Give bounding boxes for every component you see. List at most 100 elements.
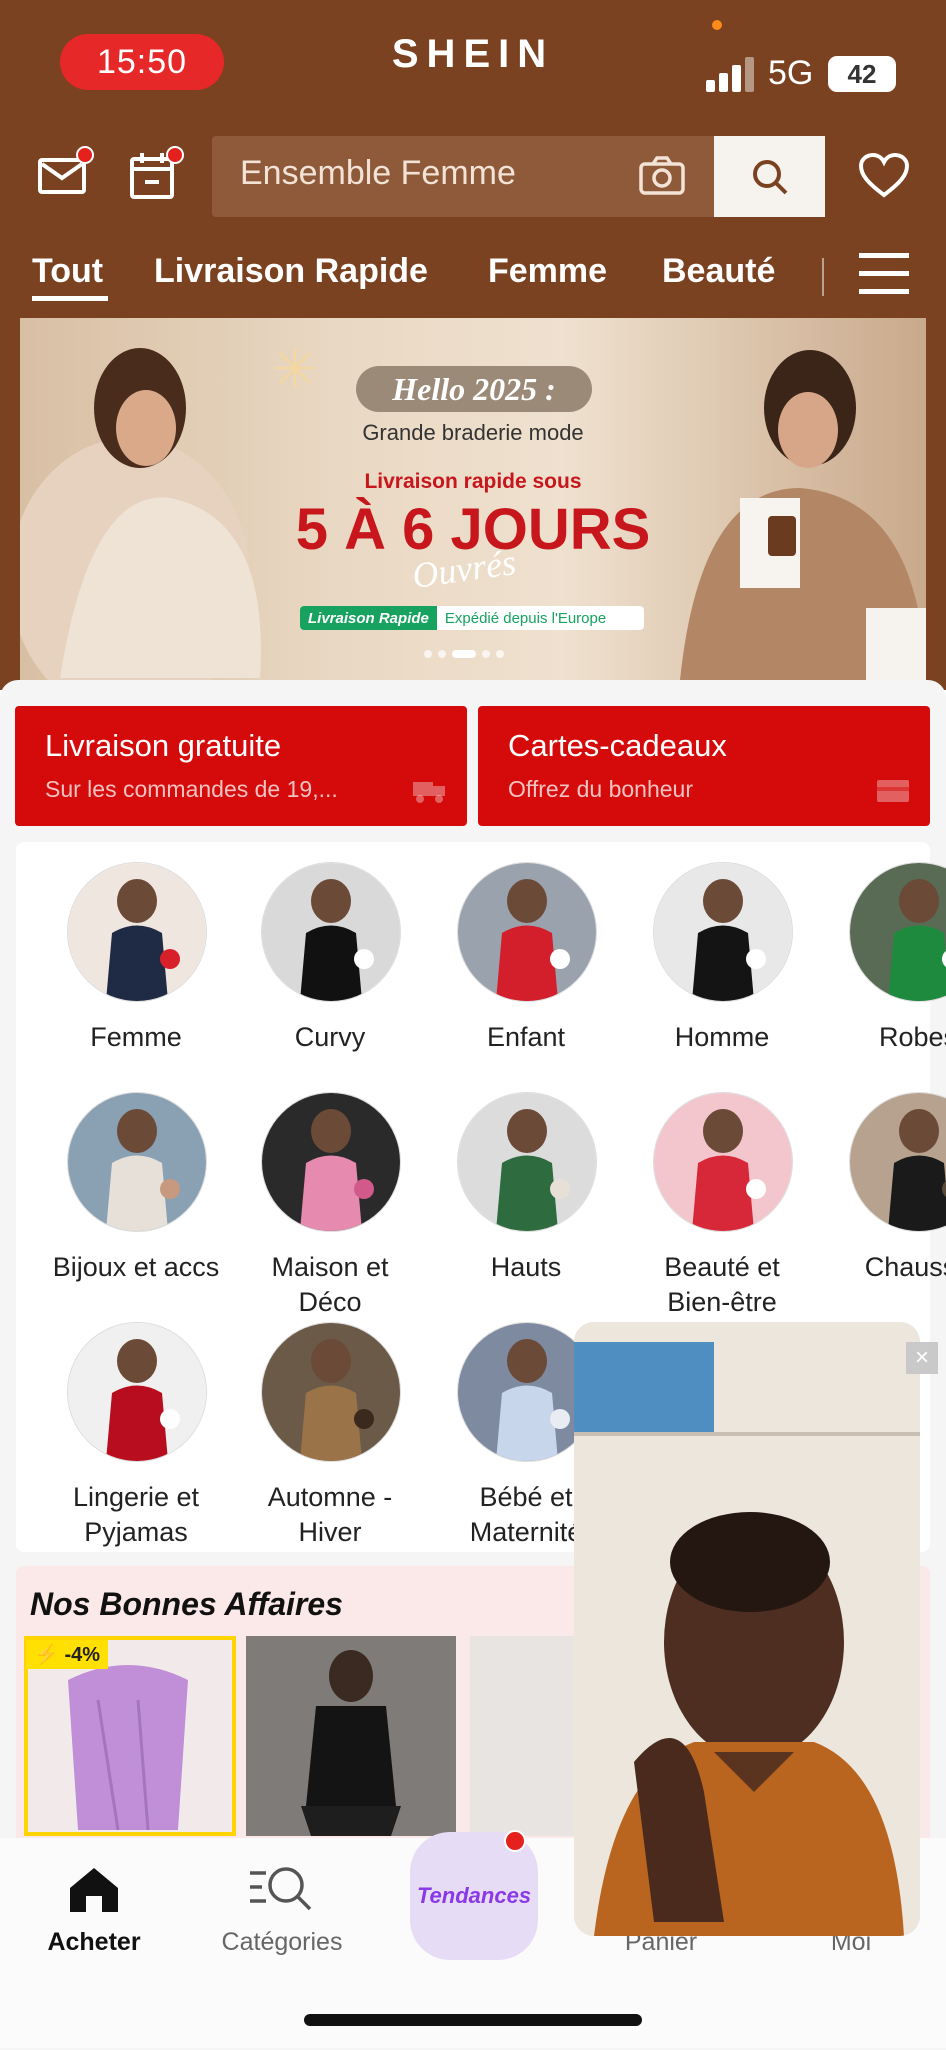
- category-item[interactable]: Beauté et Bien-être: [624, 1092, 820, 1320]
- carousel-dot: [482, 650, 490, 658]
- category-label-line2: Bien-être: [667, 1287, 777, 1317]
- calendar-notification-dot: [166, 146, 184, 164]
- product-image: [246, 1636, 456, 1836]
- category-label-line2: Déco: [298, 1287, 362, 1317]
- privacy-indicator-dot: [712, 20, 722, 30]
- mail-notification-dot: [76, 146, 94, 164]
- nav-label-tendances: Tendances: [416, 1883, 532, 1908]
- category-label: Femme: [90, 1022, 182, 1052]
- carousel-dot: [438, 650, 446, 658]
- tab-livraison-rapide[interactable]: Livraison Rapide: [154, 252, 428, 291]
- category-item[interactable]: Hauts: [428, 1092, 624, 1285]
- trends-notification-dot: [504, 1830, 526, 1852]
- banner-strip-tag: Livraison Rapide: [300, 606, 437, 630]
- category-item[interactable]: Robes: [820, 862, 946, 1055]
- gift-card-icon: [877, 780, 909, 802]
- tab-femme[interactable]: Femme: [488, 252, 607, 291]
- category-image: [261, 1322, 401, 1462]
- banner-delivery-line: Livraison rapide sous: [364, 470, 582, 493]
- gift-card-card[interactable]: Cartes-cadeaux Offrez du bonheur: [478, 706, 930, 826]
- category-image: [67, 1322, 207, 1462]
- deals-title: Nos Bonnes Affaires: [30, 1586, 343, 1622]
- banner-title: Hello 2025 :: [356, 366, 592, 412]
- category-image: [653, 862, 793, 1002]
- search-input[interactable]: Ensemble Femme: [240, 154, 516, 193]
- category-image: [849, 1092, 946, 1232]
- category-item[interactable]: Maison et Déco: [232, 1092, 428, 1320]
- category-label: Enfant: [486, 1022, 566, 1052]
- category-item[interactable]: Chaussu: [820, 1092, 946, 1285]
- nav-label-acheter[interactable]: Acheter: [19, 1928, 169, 1957]
- category-image: [457, 1092, 597, 1232]
- nav-categories-button[interactable]: [248, 1862, 318, 1914]
- carousel-dot-active: [452, 650, 476, 658]
- deal-product-card[interactable]: [246, 1636, 456, 1836]
- tab-separator: [822, 258, 824, 296]
- category-image: [261, 862, 401, 1002]
- category-label: Hauts: [490, 1252, 562, 1282]
- category-label: Chaussu: [864, 1252, 946, 1282]
- tab-tout[interactable]: Tout: [32, 252, 103, 291]
- category-label: Lingerie et: [72, 1482, 200, 1512]
- tab-beaute[interactable]: Beauté: [662, 252, 775, 291]
- category-label: Robes: [878, 1022, 946, 1052]
- category-label-line2: Pyjamas: [84, 1517, 188, 1547]
- category-image: [261, 1092, 401, 1232]
- gift-card-title: Cartes-cadeaux: [508, 728, 727, 763]
- discount-badge: ⚡ -4%: [26, 1640, 109, 1669]
- banner-shipping-strip: Livraison Rapide Expédié depuis l'Europe: [300, 606, 644, 630]
- category-label: Maison et: [271, 1252, 389, 1282]
- discount-badge-text: -4%: [64, 1644, 101, 1666]
- category-image: [849, 862, 946, 1002]
- category-label: Homme: [674, 1022, 770, 1052]
- nav-label-categories[interactable]: Catégories: [207, 1928, 357, 1957]
- category-label: Bijoux et accs: [52, 1252, 220, 1282]
- carousel-dot: [496, 650, 504, 658]
- category-item[interactable]: Lingerie et Pyjamas: [38, 1322, 234, 1550]
- free-shipping-card[interactable]: Livraison gratuite Sur les commandes de …: [15, 706, 467, 826]
- category-label: Automne -: [267, 1482, 393, 1512]
- search-button[interactable]: [714, 136, 825, 217]
- gift-card-subtitle: Offrez du bonheur: [508, 776, 693, 802]
- categories-search-icon: [250, 1867, 312, 1911]
- wishlist-button[interactable]: [856, 150, 912, 202]
- carousel-dot: [424, 650, 432, 658]
- category-item[interactable]: Curvy: [232, 862, 428, 1055]
- banner-subtitle: Grande braderie mode: [362, 420, 584, 445]
- camera-icon: [639, 156, 685, 195]
- free-shipping-subtitle: Sur les commandes de 19,...: [45, 776, 338, 802]
- heart-icon: [858, 153, 910, 198]
- deal-product-card[interactable]: [470, 1636, 580, 1836]
- close-overlay-icon[interactable]: ×: [906, 1342, 938, 1374]
- active-tab-underline: [32, 296, 108, 301]
- banner-strip-text: Expédié depuis l'Europe: [444, 609, 607, 627]
- signal-icon: [706, 57, 754, 92]
- truck-icon: [413, 782, 445, 803]
- category-image: [67, 1092, 207, 1232]
- carousel-dots: [424, 650, 504, 658]
- category-item[interactable]: Bijoux et accs: [38, 1092, 234, 1285]
- home-icon: [70, 1868, 118, 1912]
- category-item[interactable]: Automne - Hiver: [232, 1322, 428, 1550]
- category-image: [653, 1092, 793, 1232]
- category-image: [457, 862, 597, 1002]
- video-call-feed: [574, 1322, 920, 1936]
- battery-level: 42: [847, 58, 877, 89]
- nav-shop-button[interactable]: [66, 1862, 122, 1914]
- category-label: Beauté et: [664, 1252, 780, 1282]
- category-item[interactable]: Homme: [624, 862, 820, 1055]
- battery-icon: 42: [828, 56, 896, 92]
- category-image: [67, 862, 207, 1002]
- category-item[interactable]: Enfant: [428, 862, 624, 1055]
- menu-icon: [859, 253, 909, 294]
- video-call-overlay[interactable]: [574, 1322, 920, 1936]
- category-label-line2: Hiver: [298, 1517, 362, 1547]
- search-icon: [752, 159, 787, 194]
- image-search-button[interactable]: [636, 152, 688, 200]
- category-label: Curvy: [294, 1022, 366, 1052]
- home-indicator: [304, 2014, 642, 2026]
- all-tabs-menu-button[interactable]: [856, 252, 912, 296]
- free-shipping-title: Livraison gratuite: [45, 728, 282, 763]
- network-type: 5G: [768, 54, 814, 92]
- category-item[interactable]: Femme: [38, 862, 234, 1055]
